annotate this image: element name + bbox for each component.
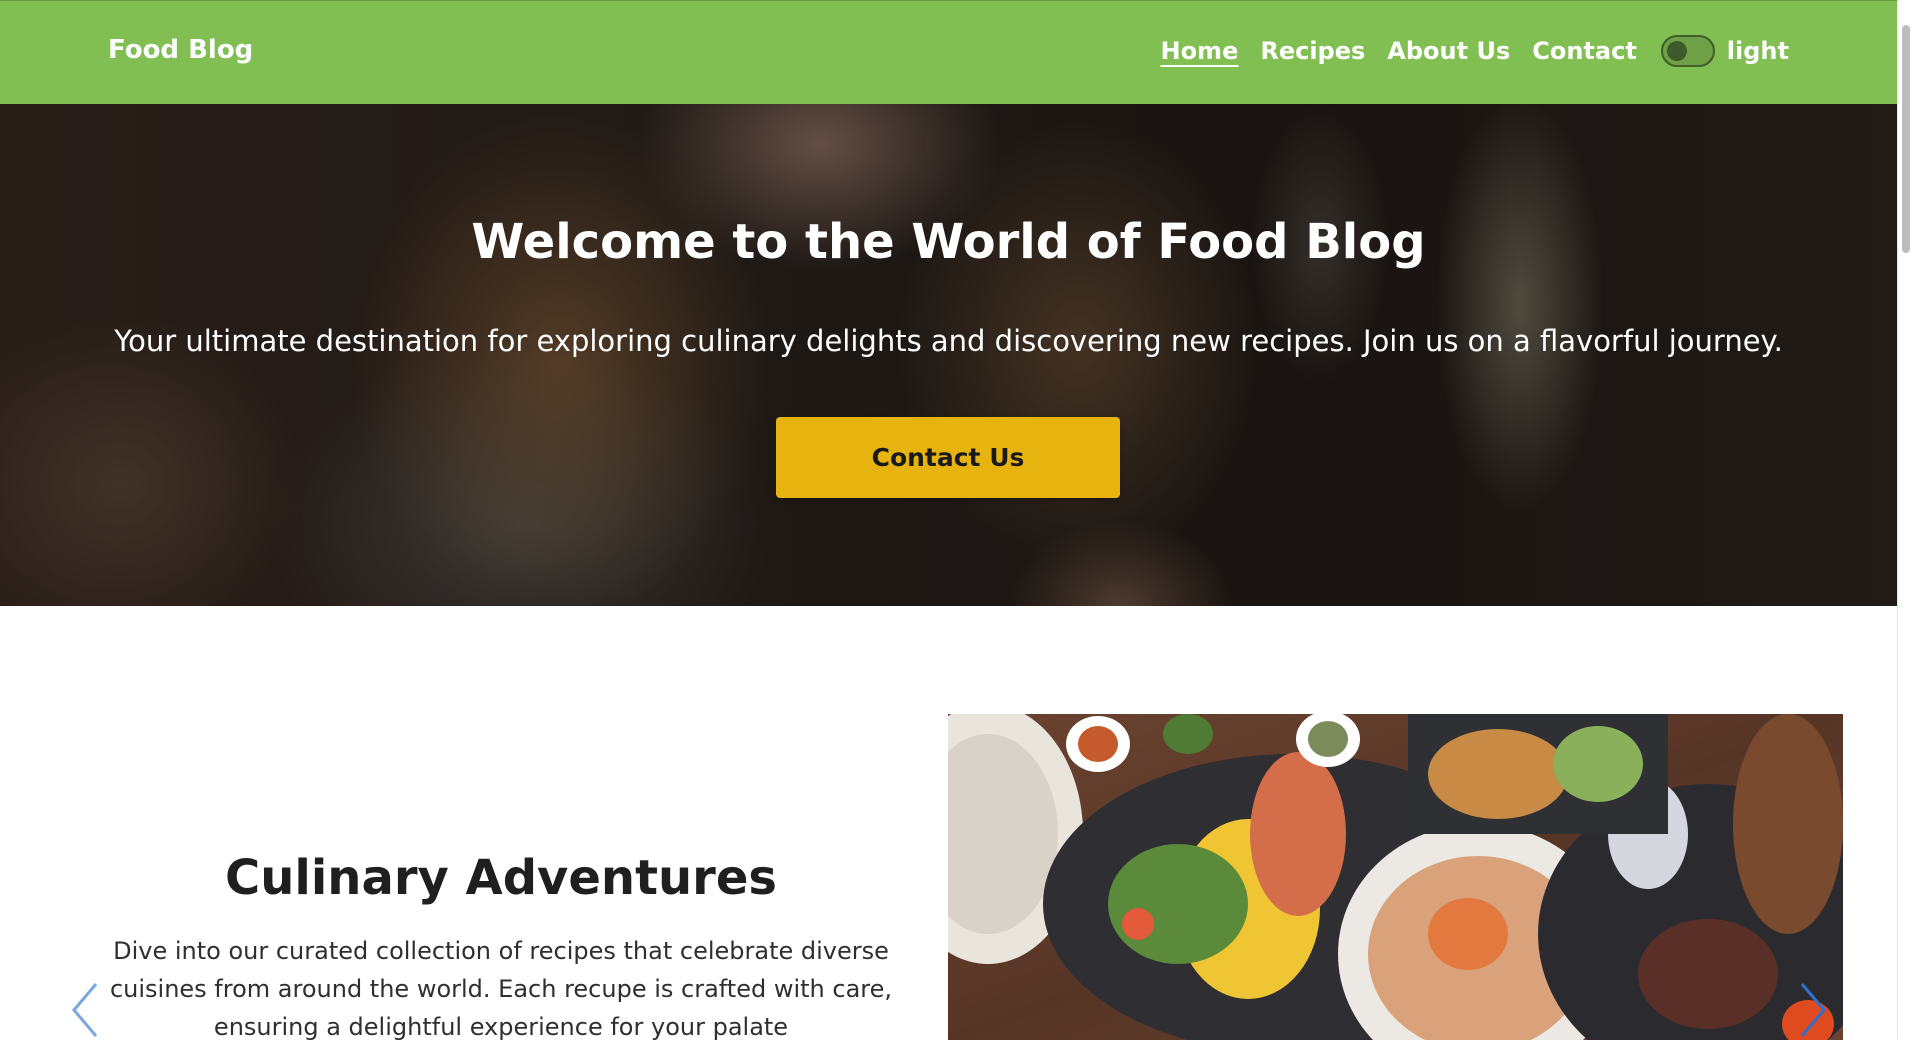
page-scrollbar[interactable]: [1897, 0, 1912, 1039]
feature-title: Culinary Adventures: [225, 850, 777, 906]
chevron-left-icon[interactable]: [66, 980, 106, 1040]
hero-title: Welcome to the World of Food Blog: [471, 214, 1426, 270]
hero-subtitle: Your ultimate destination for exploring …: [114, 324, 1783, 358]
feature-section: Culinary Adventures Dive into our curate…: [0, 606, 1897, 1041]
contact-us-button[interactable]: Contact Us: [776, 417, 1120, 498]
nav-link-recipes[interactable]: Recipes: [1260, 37, 1365, 65]
nav-link-about-us[interactable]: About Us: [1387, 37, 1510, 65]
nav-link-home[interactable]: Home: [1160, 37, 1238, 65]
nav-link-contact[interactable]: Contact: [1532, 37, 1637, 65]
hero-section: Welcome to the World of Food Blog Your u…: [0, 104, 1897, 606]
feature-description: Dive into our curated collection of reci…: [109, 937, 893, 1041]
chevron-right-icon[interactable]: [1792, 980, 1832, 1040]
navbar: Food Blog Home Recipes About Us Contact …: [0, 0, 1897, 104]
theme-toggle-label: light: [1726, 37, 1789, 65]
theme-toggle[interactable]: [1660, 35, 1715, 67]
food-platter-image: [948, 714, 1843, 1040]
scrollbar-thumb[interactable]: [1902, 25, 1910, 253]
brand-logo[interactable]: Food Blog: [108, 35, 253, 65]
theme-toggle-knob: [1666, 41, 1687, 61]
nav-links: Home Recipes About Us Contact light: [1160, 35, 1789, 67]
